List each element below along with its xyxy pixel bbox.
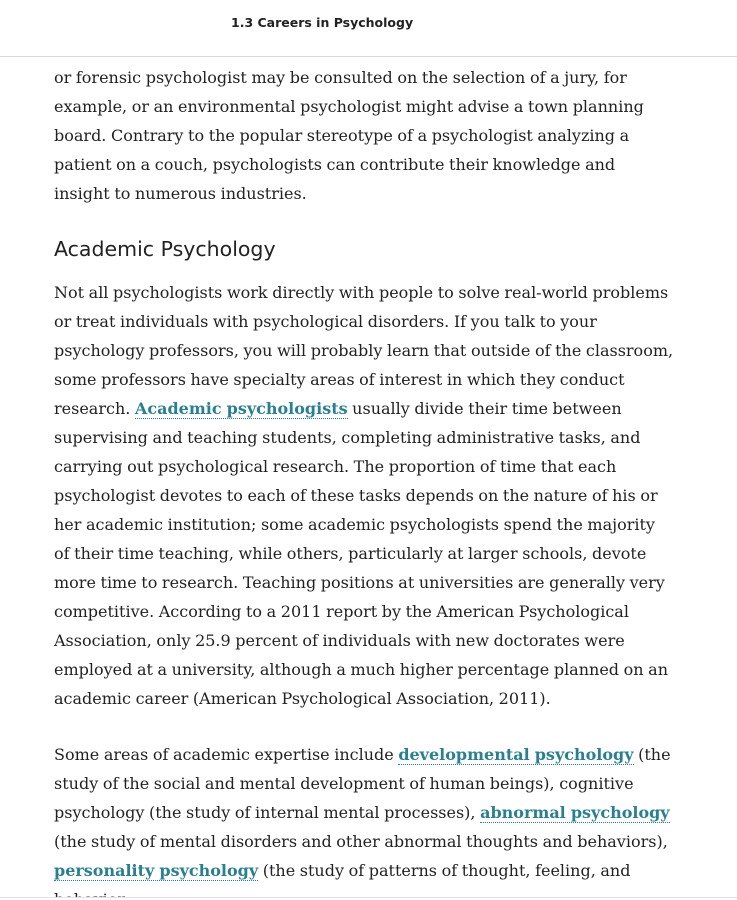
glossary-term-abnormal-psychology[interactable]: abnormal psychology xyxy=(480,803,670,823)
glossary-term-academic-psychologists[interactable]: Academic psychologists xyxy=(134,399,348,419)
chapter-title: 1.3 Careers in Psychology xyxy=(231,15,414,30)
section-heading: Academic Psychology xyxy=(54,237,276,261)
top-header-bar: 1.3 Careers in Psychology xyxy=(0,0,737,57)
reading-content: or forensic psychologist may be consulte… xyxy=(54,57,674,897)
glossary-term-developmental-psychology[interactable]: developmental psychology xyxy=(398,745,634,765)
expertise-paragraph: Some areas of academic expertise include… xyxy=(54,740,674,897)
paragraph-text: Not all psychologists work directly with… xyxy=(54,283,674,418)
intro-paragraph: or forensic psychologist may be consulte… xyxy=(54,68,644,203)
paragraph-text: (the study of mental disorders and other… xyxy=(54,832,668,851)
academic-paragraph: Not all psychologists work directly with… xyxy=(54,278,674,713)
paragraph-text: usually divide their time between superv… xyxy=(54,399,668,708)
glossary-term-personality-psychology[interactable]: personality psychology xyxy=(54,861,259,881)
paragraph-text: Some areas of academic expertise include xyxy=(54,745,399,764)
